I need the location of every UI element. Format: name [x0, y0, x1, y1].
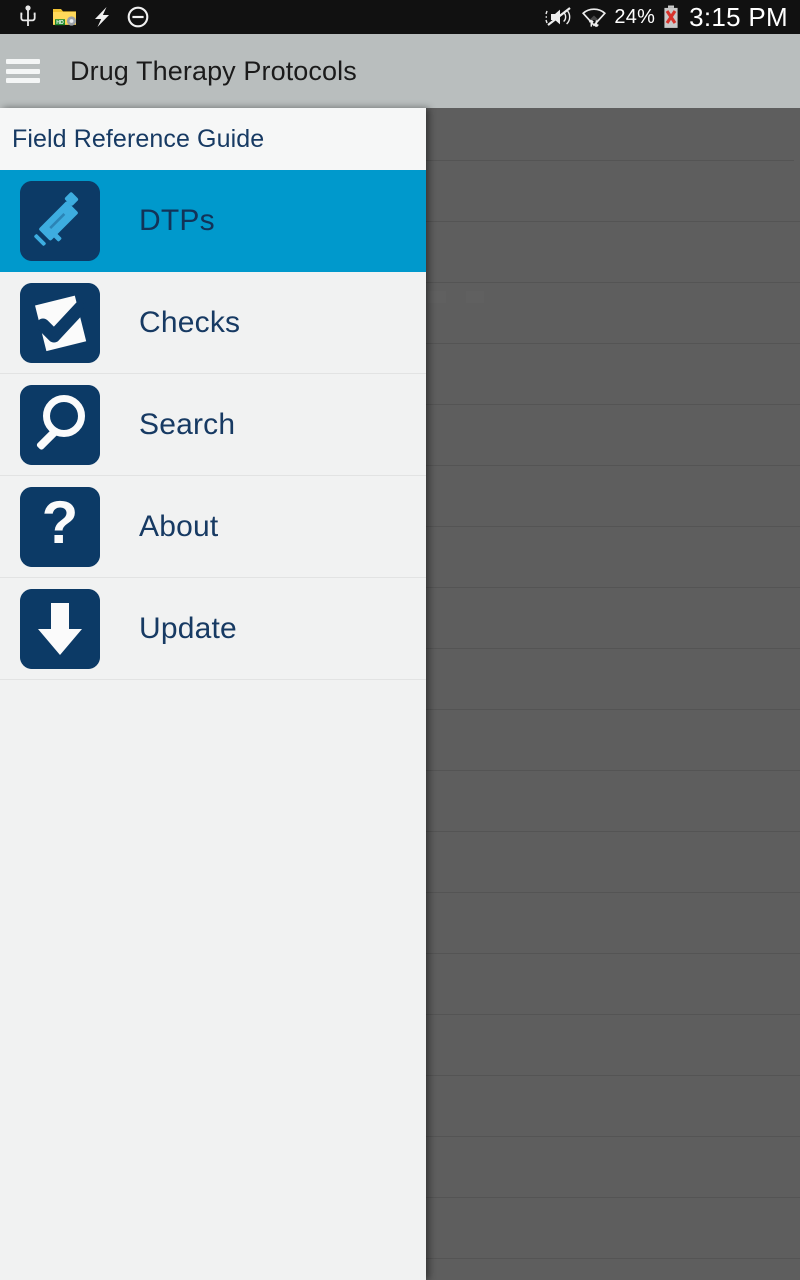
sidebar-item-checks[interactable]: Checks: [0, 272, 426, 374]
question-mark-icon: ?: [20, 486, 100, 567]
drawer-header: Field Reference Guide: [0, 108, 426, 170]
hamburger-line-3: [6, 78, 40, 83]
hamburger-line-2: [6, 68, 40, 74]
lightning-bolt-icon: [92, 5, 112, 29]
status-bar-right-icons: 24% 3:15 PM: [544, 2, 790, 33]
page-title: Drug Therapy Protocols: [70, 55, 357, 86]
folder-hd-settings-icon: HD: [52, 5, 78, 29]
sidebar-item-dtps[interactable]: DTPs: [0, 170, 426, 272]
drawer-empty-area: [0, 680, 426, 1280]
volume-muted-icon: [544, 5, 574, 29]
svg-text:?: ?: [42, 489, 79, 556]
sidebar-item-label: About: [139, 509, 219, 543]
status-bar-left-icons: HD: [10, 5, 150, 29]
svg-text:HD: HD: [56, 20, 64, 26]
sidebar-item-label: DTPs: [139, 203, 215, 237]
sidebar-item-about[interactable]: ? About: [0, 476, 426, 578]
battery-percent-label: 24%: [614, 5, 656, 28]
sidebar-item-search[interactable]: Search: [0, 374, 426, 476]
magnifier-icon: [20, 384, 100, 465]
sidebar-item-label: Search: [139, 407, 236, 441]
sidebar-item-label: Update: [139, 611, 237, 645]
syringe-icon: [20, 180, 100, 261]
download-arrow-icon: [20, 588, 100, 669]
hamburger-menu-icon[interactable]: [6, 59, 40, 83]
checklist-icon: [20, 282, 100, 363]
sidebar-item-update[interactable]: Update: [0, 578, 426, 680]
wifi-data-transfer-icon: [581, 4, 607, 30]
drawer-header-label: Field Reference Guide: [12, 124, 265, 153]
battery-error-icon: [662, 4, 680, 30]
usb-icon: [18, 5, 38, 29]
app-bar: Drug Therapy Protocols: [0, 34, 800, 108]
do-not-disturb-icon: [126, 5, 150, 29]
android-screen: HD 24% 3:15 PM Drug Therapy Protocols Fi…: [0, 0, 800, 1280]
hamburger-line-1: [6, 59, 40, 64]
navigation-drawer: Field Reference Guide DTPs Checks Search…: [0, 108, 426, 1280]
status-bar-clock: 3:15 PM: [689, 1, 788, 32]
status-bar[interactable]: HD 24% 3:15 PM: [0, 0, 800, 34]
sidebar-item-label: Checks: [139, 305, 241, 339]
